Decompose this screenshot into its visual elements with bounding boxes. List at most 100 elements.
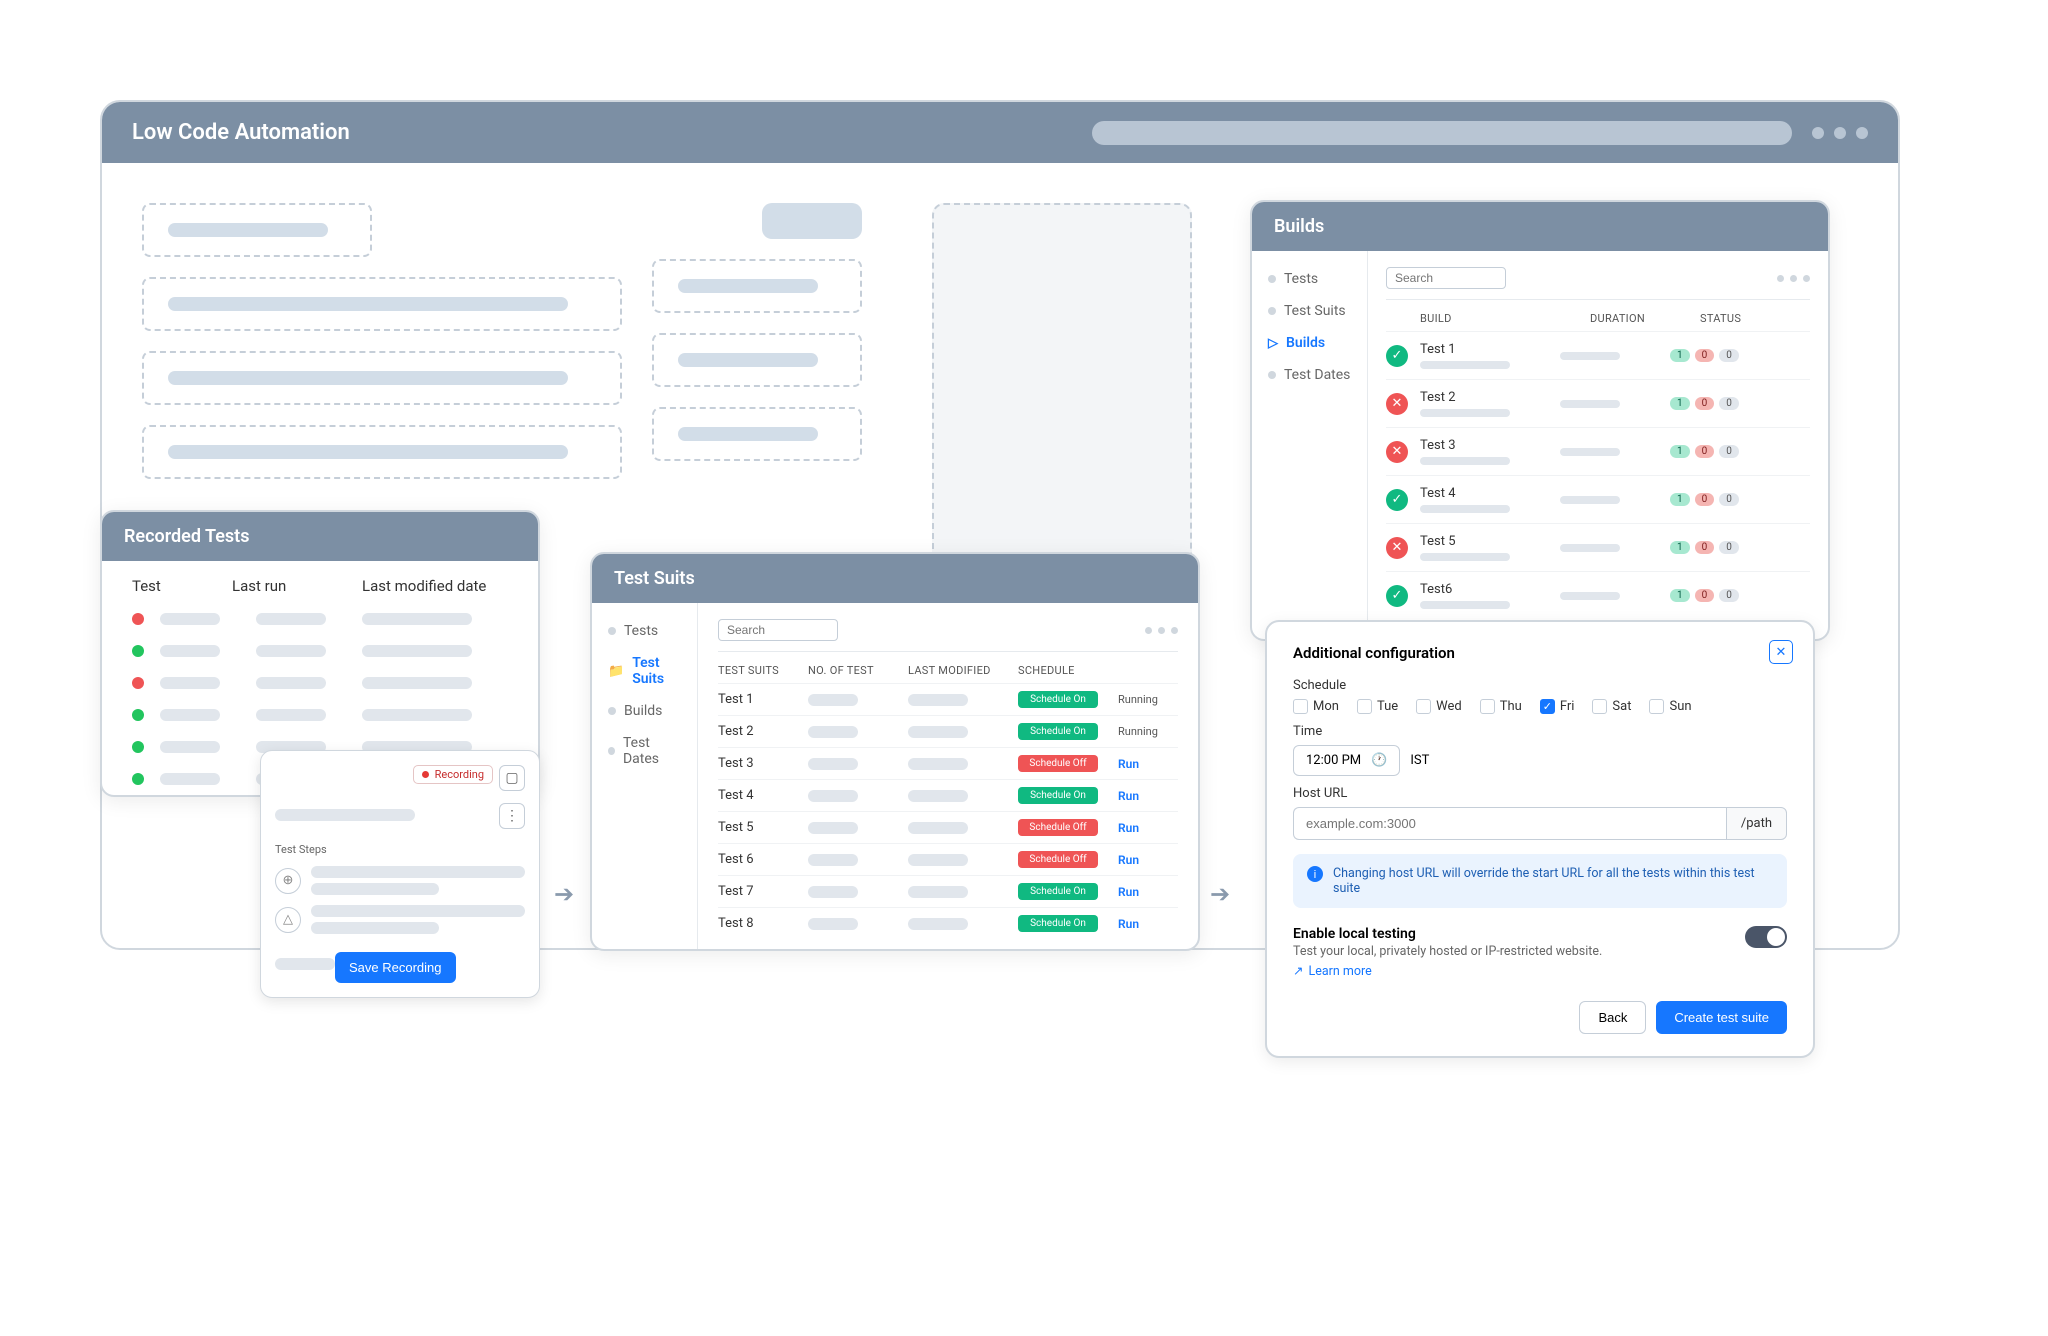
status-icon	[132, 613, 144, 625]
checkbox-icon	[1357, 699, 1372, 714]
cross-icon: ✕	[1386, 441, 1408, 463]
placeholder-button[interactable]	[762, 203, 862, 239]
day-checkbox-sun[interactable]: Sun	[1649, 699, 1691, 714]
close-icon[interactable]: ✕	[1769, 640, 1793, 664]
dot-icon[interactable]	[1856, 127, 1868, 139]
build-row[interactable]: ✕ Test 2 1 0 0	[1386, 379, 1810, 427]
time-label: Time	[1293, 724, 1787, 739]
run-link[interactable]: Run	[1118, 885, 1178, 899]
col-header: TEST SUITS	[718, 664, 798, 677]
checkbox-icon: ✓	[1540, 699, 1555, 714]
dot-icon[interactable]	[1158, 627, 1165, 634]
status-pills: 1 0 0	[1670, 397, 1739, 410]
checkbox-icon	[1592, 699, 1607, 714]
panel-title: Builds	[1252, 202, 1828, 251]
save-recording-button[interactable]: Save Recording	[335, 952, 456, 983]
recorded-test-row[interactable]	[102, 603, 538, 635]
info-icon: i	[1307, 866, 1323, 882]
status-pills: 1 0 0	[1670, 493, 1739, 506]
sidebar-item-label: Test Dates	[1284, 367, 1350, 383]
col-modified: Last modified date	[362, 577, 486, 595]
sidebar-item-tests[interactable]: Tests	[592, 615, 697, 647]
sidebar-item-builds[interactable]: ▷ Builds	[1252, 327, 1367, 359]
recorded-test-row[interactable]	[102, 667, 538, 699]
day-checkbox-fri[interactable]: ✓ Fri	[1540, 699, 1575, 714]
suits-sidebar: Tests 📁 Test Suits Builds Test Dates	[592, 603, 698, 949]
builds-sidebar: Tests Test Suits ▷ Builds Test Dates	[1252, 251, 1368, 639]
sidebar-item-builds[interactable]: Builds	[592, 695, 697, 727]
status-pills: 1 0 0	[1670, 541, 1739, 554]
back-button[interactable]: Back	[1579, 1001, 1646, 1034]
sidebar-item-test-dates[interactable]: Test Dates	[592, 727, 697, 775]
dot-icon[interactable]	[1812, 127, 1824, 139]
learn-more-link[interactable]: ↗Learn more	[1293, 963, 1602, 979]
config-title: Additional configuration	[1293, 644, 1787, 662]
dot-icon[interactable]	[1803, 275, 1810, 282]
test-suite-row[interactable]: Test 2 Schedule On Running	[718, 715, 1178, 747]
schedule-badge: Schedule Off	[1018, 755, 1098, 772]
dot-icon[interactable]	[1834, 127, 1846, 139]
build-row[interactable]: ✓ Test 1 1 0 0	[1386, 331, 1810, 379]
build-row[interactable]: ✓ Test6 1 0 0	[1386, 571, 1810, 619]
test-suite-row[interactable]: Test 1 Schedule On Running	[718, 683, 1178, 715]
run-link[interactable]: Run	[1118, 853, 1178, 867]
status-text: Running	[1118, 693, 1178, 706]
day-checkbox-sat[interactable]: Sat	[1592, 699, 1631, 714]
schedule-badge: Schedule On	[1018, 883, 1098, 900]
sidebar-item-test-suits[interactable]: Test Suits	[1252, 295, 1367, 327]
test-suits-panel: Test Suits Tests 📁 Test Suits Builds Tes…	[590, 552, 1200, 951]
search-input[interactable]	[1386, 267, 1506, 289]
test-suite-row[interactable]: Test 7 Schedule On Run	[718, 875, 1178, 907]
day-checkbox-mon[interactable]: Mon	[1293, 699, 1339, 714]
schedule-badge: Schedule On	[1018, 691, 1098, 708]
sidebar-item-label: Test Suits	[632, 655, 681, 687]
sidebar-item-test-suits[interactable]: 📁 Test Suits	[592, 647, 697, 695]
builds-panel: Builds Tests Test Suits ▷ Builds Test Da…	[1250, 200, 1830, 641]
col-header: BUILD	[1420, 312, 1590, 325]
run-link[interactable]: Run	[1118, 789, 1178, 803]
test-suite-row[interactable]: Test 8 Schedule On Run	[718, 907, 1178, 939]
folder-icon: 📁	[608, 664, 624, 679]
host-url-input[interactable]	[1293, 807, 1726, 840]
arrow-icon: ➔	[554, 880, 574, 908]
dot-icon[interactable]	[1777, 275, 1784, 282]
status-text: Running	[1118, 725, 1178, 738]
local-testing-toggle[interactable]	[1745, 926, 1787, 948]
day-checkbox-wed[interactable]: Wed	[1416, 699, 1462, 714]
kebab-icon[interactable]: ⋮	[499, 803, 525, 829]
cross-icon: ✕	[1386, 393, 1408, 415]
bullet-icon	[1268, 275, 1276, 283]
recorded-test-row[interactable]	[102, 635, 538, 667]
status-icon	[132, 773, 144, 785]
day-checkbox-tue[interactable]: Tue	[1357, 699, 1398, 714]
address-bar[interactable]	[1092, 121, 1792, 145]
run-link[interactable]: Run	[1118, 821, 1178, 835]
test-suite-row[interactable]: Test 6 Schedule Off Run	[718, 843, 1178, 875]
dot-icon[interactable]	[1790, 275, 1797, 282]
test-suite-row[interactable]: Test 3 Schedule Off Run	[718, 747, 1178, 779]
checkbox-icon	[1293, 699, 1308, 714]
day-checkbox-thu[interactable]: Thu	[1480, 699, 1522, 714]
dot-icon[interactable]	[1171, 627, 1178, 634]
test-suite-row[interactable]: Test 4 Schedule On Run	[718, 779, 1178, 811]
test-suite-row[interactable]: Test 5 Schedule Off Run	[718, 811, 1178, 843]
status-icon	[132, 645, 144, 657]
stop-button[interactable]: ▢	[499, 765, 525, 791]
schedule-badge: Schedule On	[1018, 723, 1098, 740]
run-link[interactable]: Run	[1118, 917, 1178, 931]
build-row[interactable]: ✕ Test 5 1 0 0	[1386, 523, 1810, 571]
build-row[interactable]: ✕ Test 3 1 0 0	[1386, 427, 1810, 475]
search-input[interactable]	[718, 619, 838, 641]
status-icon	[132, 741, 144, 753]
dot-icon[interactable]	[1145, 627, 1152, 634]
create-suite-button[interactable]: Create test suite	[1656, 1001, 1787, 1034]
run-link[interactable]: Run	[1118, 757, 1178, 771]
sidebar-item-test-dates[interactable]: Test Dates	[1252, 359, 1367, 391]
alert-icon: △	[275, 907, 301, 933]
build-row[interactable]: ✓ Test 4 1 0 0	[1386, 475, 1810, 523]
host-url-label: Host URL	[1293, 786, 1787, 801]
time-input[interactable]: 12:00 PM🕐	[1293, 745, 1400, 776]
recorded-test-row[interactable]	[102, 699, 538, 731]
sidebar-item-tests[interactable]: Tests	[1252, 263, 1367, 295]
window-controls	[1812, 127, 1868, 139]
